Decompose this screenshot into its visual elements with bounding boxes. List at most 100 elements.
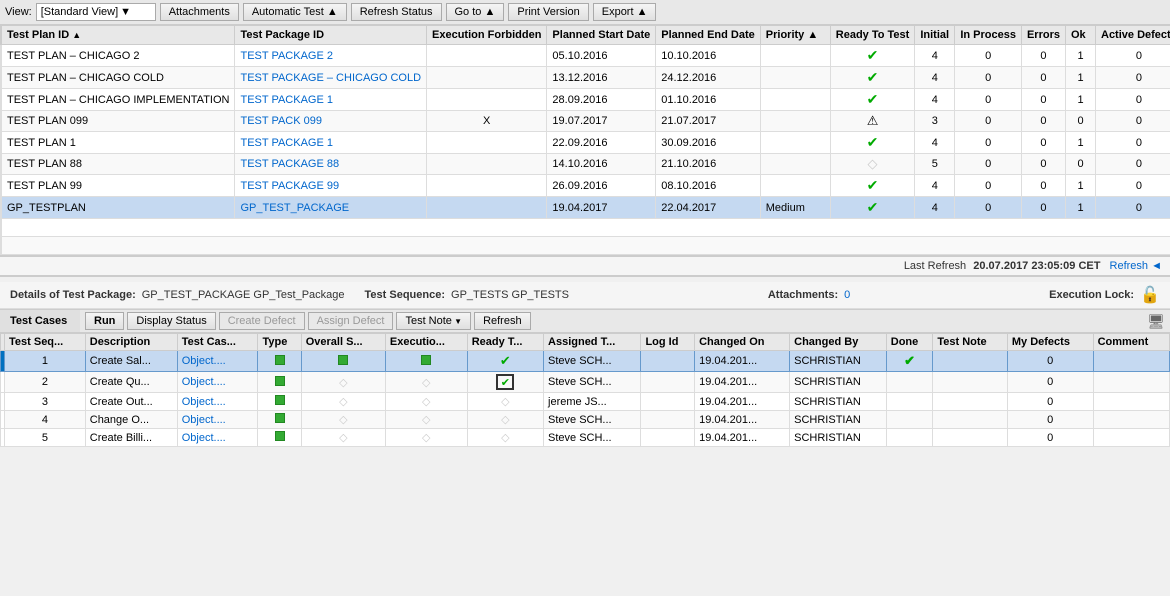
tc-cell-note <box>933 393 1008 411</box>
cell-start: 26.09.2016 <box>547 175 656 197</box>
cell-errors: 0 <box>1021 89 1065 111</box>
status-diamond: ◇ <box>422 396 430 408</box>
status-green-sq <box>275 355 285 365</box>
cell-package-id[interactable]: TEST PACKAGE – CHICAGO COLD <box>235 67 427 89</box>
export-button[interactable]: Export ▲ <box>593 3 657 21</box>
status-diamond: ◇ <box>501 432 509 444</box>
goto-button[interactable]: Go to ▲ <box>446 3 505 21</box>
col-errors[interactable]: Errors <box>1021 26 1065 45</box>
tc-cell-cas[interactable]: Object.... <box>177 351 258 372</box>
cell-exec-forbidden <box>427 197 547 219</box>
cell-package-id[interactable]: TEST PACKAGE 88 <box>235 154 427 175</box>
tc-col-exec[interactable]: Executio... <box>385 334 467 351</box>
tc-col-defects[interactable]: My Defects <box>1007 334 1093 351</box>
tc-cell-defects: 0 <box>1007 393 1093 411</box>
tc-col-note[interactable]: Test Note <box>933 334 1008 351</box>
col-test-package-id[interactable]: Test Package ID <box>235 26 427 45</box>
tc-col-type[interactable]: Type <box>258 334 301 351</box>
display-status-button[interactable]: Display Status <box>127 312 215 330</box>
tc-refresh-button[interactable]: Refresh <box>474 312 531 330</box>
cell-ok: 1 <box>1066 132 1096 154</box>
tc-col-changed-by[interactable]: Changed By <box>790 334 887 351</box>
tc-cell-note <box>933 372 1008 393</box>
tc-col-log[interactable]: Log Id <box>641 334 695 351</box>
tc-cell-cas[interactable]: Object.... <box>177 372 258 393</box>
cell-package-id[interactable]: TEST PACKAGE 2 <box>235 45 427 67</box>
cell-start: 13.12.2016 <box>547 67 656 89</box>
status-diamond: ◇ <box>339 414 347 426</box>
col-initial[interactable]: Initial <box>915 26 955 45</box>
cell-ok: 0 <box>1066 154 1096 175</box>
tc-col-seq[interactable]: Test Seq... <box>5 334 86 351</box>
tc-col-changed-on[interactable]: Changed On <box>695 334 790 351</box>
tc-cell-seq: 5 <box>5 429 86 447</box>
tc-col-overall[interactable]: Overall S... <box>301 334 385 351</box>
tc-cell-done <box>886 429 933 447</box>
tc-cell-assigned: jereme JS... <box>544 393 641 411</box>
tc-cell-cas[interactable]: Object.... <box>177 411 258 429</box>
tc-cell-log <box>641 429 695 447</box>
cell-package-id[interactable]: TEST PACK 099 <box>235 111 427 132</box>
cell-priority <box>760 89 830 111</box>
cell-package-id[interactable]: TEST PACKAGE 1 <box>235 89 427 111</box>
col-in-process[interactable]: In Process <box>955 26 1022 45</box>
details-sequence-label: Test Sequence: <box>365 289 446 301</box>
refresh-status-button[interactable]: Refresh Status <box>351 3 442 21</box>
tc-cell-cas[interactable]: Object.... <box>177 429 258 447</box>
tc-cell-log <box>641 372 695 393</box>
col-active-defects[interactable]: Active Defects <box>1096 26 1170 45</box>
col-exec-forbidden[interactable]: Execution Forbidden <box>427 26 547 45</box>
tc-cell-assigned: Steve SCH... <box>544 411 641 429</box>
tc-cell-comment <box>1093 429 1169 447</box>
col-test-plan-id[interactable]: Test Plan ID ▲ <box>2 26 235 45</box>
cell-package-id[interactable]: TEST PACKAGE 1 <box>235 132 427 154</box>
tc-cell-overall <box>301 351 385 372</box>
tc-cell-ready: ✔ <box>467 351 543 372</box>
automatic-test-button[interactable]: Automatic Test ▲ <box>243 3 347 21</box>
cell-defects: 0 <box>1096 175 1170 197</box>
col-ready[interactable]: Ready To Test <box>830 26 915 45</box>
create-defect-button[interactable]: Create Defect <box>219 312 305 330</box>
refresh-link[interactable]: Refresh <box>1110 260 1149 272</box>
tc-cell-exec <box>385 351 467 372</box>
cell-errors: 0 <box>1021 197 1065 219</box>
status-diamond: ◇ <box>422 432 430 444</box>
cell-package-id[interactable]: TEST PACKAGE 99 <box>235 175 427 197</box>
test-note-button[interactable]: Test Note <box>396 312 471 330</box>
details-package-label: Details of Test Package: <box>10 289 136 301</box>
tc-cell-cas[interactable]: Object.... <box>177 393 258 411</box>
cell-plan-id: TEST PLAN 88 <box>2 154 235 175</box>
col-planned-end[interactable]: Planned End Date <box>656 26 761 45</box>
cell-ready: ✔ <box>830 175 915 197</box>
cell-plan-id: GP_TESTPLAN <box>2 197 235 219</box>
tc-cell-done: ✔ <box>886 351 933 372</box>
attachments-value[interactable]: 0 <box>844 289 850 301</box>
attachments-button[interactable]: Attachments <box>160 3 239 21</box>
run-button[interactable]: Run <box>85 312 124 330</box>
tc-col-cas[interactable]: Test Cas... <box>177 334 258 351</box>
tc-col-done[interactable]: Done <box>886 334 933 351</box>
tc-cell-note <box>933 351 1008 372</box>
tc-col-comment[interactable]: Comment <box>1093 334 1169 351</box>
col-priority[interactable]: Priority ▲ <box>760 26 830 45</box>
tc-col-assigned[interactable]: Assigned T... <box>544 334 641 351</box>
col-ok[interactable]: Ok <box>1066 26 1096 45</box>
tc-cell-done <box>886 393 933 411</box>
view-dropdown-arrow: ▼ <box>120 6 131 18</box>
status-diamond: ◇ <box>339 396 347 408</box>
tc-col-ready[interactable]: Ready T... <box>467 334 543 351</box>
print-version-button[interactable]: Print Version <box>508 3 588 21</box>
tc-cell-changed-by: SCHRISTIAN <box>790 372 887 393</box>
view-label: View: <box>5 6 32 18</box>
cell-package-id[interactable]: GP_TEST_PACKAGE <box>235 197 427 219</box>
cell-ready: ✔ <box>830 45 915 67</box>
cell-start: 28.09.2016 <box>547 89 656 111</box>
tc-cell-overall: ◇ <box>301 372 385 393</box>
tc-cell-changed-on: 19.04.201... <box>695 351 790 372</box>
view-dropdown[interactable]: [Standard View] ▼ <box>36 3 156 21</box>
exec-lock-label: Execution Lock: <box>1049 289 1134 301</box>
col-planned-start[interactable]: Planned Start Date <box>547 26 656 45</box>
tc-col-desc[interactable]: Description <box>85 334 177 351</box>
tc-cell-log <box>641 411 695 429</box>
assign-defect-button[interactable]: Assign Defect <box>308 312 394 330</box>
